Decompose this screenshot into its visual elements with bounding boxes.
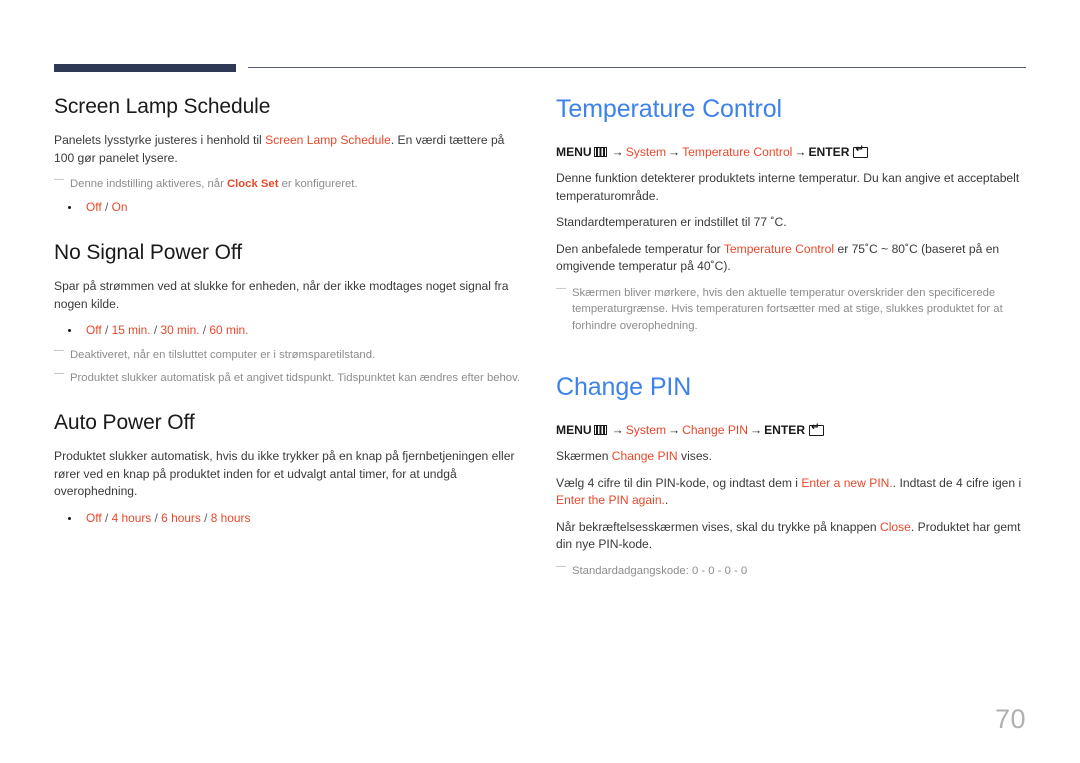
menu-grid-icon [593,424,607,435]
note-default-password: Standardadgangskode: 0 - 0 - 0 - 0 [556,560,1026,579]
menu-item-system: System [625,422,667,437]
arrow-glyph: → [668,422,681,437]
inline-accent-enter-a-new-pin: Enter a new PIN. [801,475,893,490]
enter-key-icon [809,422,825,436]
section-screen-lamp-schedule: Screen Lamp Schedule Panelets lysstyrke … [54,94,524,216]
section-auto-power-off: Auto Power Off Produktet slukker automat… [54,410,524,527]
paragraph-change-pin-confirm: Når bekræftelsesskærmen vises, skal du t… [556,519,1026,554]
section-title-screen-lamp-schedule: Screen Lamp Schedule [54,95,271,118]
text-fragment: Panelets lysstyrke justeres i henhold ti… [54,133,266,148]
bullet-options-auto-power-off: Off / 4 hours / 6 hours / 8 hours [54,510,524,527]
text-fragment: Vælg 4 cifre til din PIN-kode, og indtas… [556,475,802,490]
option-value: Off [86,199,102,214]
text-fragment: . Indtast de 4 cifre igen i [892,475,1022,490]
menu-label: MENU [556,422,592,437]
paragraph-temperature-control-2: Standardtemperaturen er indstillet til 7… [556,215,787,230]
bullet-options-screen-lamp-schedule: Off / On [54,199,524,216]
inline-accent-close: Close [879,519,911,534]
menu-label: MENU [556,145,592,159]
text-fragment: vises. [677,449,712,464]
right-column: Temperature Control MENU → System → Temperat… [556,94,1026,585]
document-page: Screen Lamp Schedule Panelets lysstyrke … [0,0,1080,763]
paragraph-temperature-control-1: Denne funktion detekterer produktets int… [556,171,1020,203]
note-no-signal-2: Produktet slukker automatisk på et angiv… [54,367,524,386]
bullet-options-no-signal-power-off: Off / 15 min. / 30 min. / 60 min. [54,322,524,339]
menu-grid-icon [593,147,607,157]
text-fragment: er konfigureret. [278,178,358,191]
arrow-glyph: → [611,422,624,437]
left-column: Screen Lamp Schedule Panelets lysstyrke … [54,94,524,535]
note-clock-set: Denne indstilling aktiveres, når Clock S… [54,173,524,192]
arrow-glyph: → [611,145,624,159]
inline-accent-temperature-control: Temperature Control [723,241,835,256]
option-value: 15 min. [111,323,151,338]
header-rule [54,62,1026,74]
paragraph-change-pin-entry: Vælg 4 cifre til din PIN-kode, og indtas… [556,475,1026,510]
header-rule-thick-bar [54,64,236,72]
menu-path-temperature-control: MENU → System → Temperature Control → ENTER [556,143,1026,161]
paragraph-temperature-control-recommended: Den anbefalede temperatur for Temperatur… [556,241,1026,276]
option-value: Off [86,510,102,525]
section-title-no-signal-power-off: No Signal Power Off [54,240,242,264]
arrow-glyph: → [750,422,763,437]
paragraph-screen-lamp-schedule: Panelets lysstyrke justeres i henhold ti… [54,132,524,167]
text-fragment: Den anbefalede temperatur for [556,241,724,256]
menu-item-change-pin: Change PIN [682,422,749,437]
text-fragment: Denne indstilling aktiveres, når [70,178,227,191]
menu-item-system: System [625,145,667,159]
enter-label: ENTER [764,422,806,437]
inline-accent-enter-the-pin-again: Enter the PIN again. [556,493,665,508]
page-number: 70 [994,704,1026,734]
option-value: 6 hours [161,510,201,525]
text-fragment: . [664,493,669,508]
menu-item-temperature-control: Temperature Control [682,145,793,159]
menu-path-change-pin: MENU → System → Change PIN → ENTER [556,421,1026,439]
inline-accent-change-pin: Change PIN [611,449,678,464]
arrow-glyph: → [668,145,681,159]
section-change-pin: Change PIN MENU → System → Change PIN → ENTER … [556,372,1026,579]
enter-label: ENTER [808,145,850,159]
note-temperature-control: Skærmen bliver mørkere, hvis den aktuell… [556,282,1026,334]
header-rule-thin-line [248,67,1026,68]
inline-accent-screen-lamp-schedule: Screen Lamp Schedule [265,133,391,148]
paragraph-auto-power-off: Produktet slukker automatisk, hvis du ik… [54,449,515,499]
section-title-auto-power-off: Auto Power Off [54,411,195,435]
arrow-glyph: → [794,145,807,159]
paragraph-change-pin-screen: Skærmen Change PIN vises. [556,448,1026,466]
option-value: 60 min. [209,323,249,338]
enter-key-icon [853,144,869,158]
option-value: 4 hours [111,510,152,525]
section-title-temperature-control: Temperature Control [556,95,782,123]
paragraph-no-signal-power-off: Spar på strømmen ved at slukke for enhed… [54,279,509,311]
option-value: Off [86,323,102,338]
section-no-signal-power-off: No Signal Power Off Spar på strømmen ved… [54,240,524,386]
text-fragment: Når bekræftelsesskærmen vises, skal du t… [556,519,880,534]
option-value: On [111,199,128,214]
section-temperature-control: Temperature Control MENU → System → Temperat… [556,94,1026,334]
option-value: 8 hours [210,510,251,525]
text-fragment: Skærmen [556,449,612,464]
option-value: 30 min. [160,323,200,338]
note-no-signal-1: Deaktiveret, når en tilsluttet computer … [54,344,524,363]
inline-accent-clock-set: Clock Set [226,178,279,191]
section-title-change-pin: Change PIN [556,372,692,401]
